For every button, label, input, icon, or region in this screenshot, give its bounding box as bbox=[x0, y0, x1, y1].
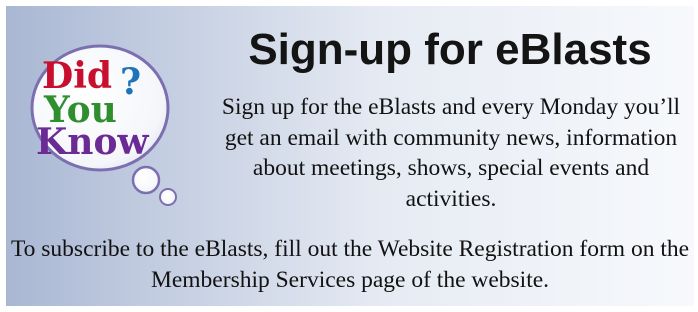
subscribe-instructions: To subscribe to the eBlasts, fill out th… bbox=[10, 236, 690, 293]
page-title: Sign-up for eBlasts bbox=[248, 25, 652, 74]
eblast-banner: Did ? You Know Sign-up for eBlasts Sign … bbox=[6, 6, 694, 306]
intro-paragraph: Sign up for the eBlasts and every Monday… bbox=[221, 94, 681, 212]
did-you-know-bubble-icon: Did ? You Know bbox=[28, 40, 208, 210]
page-frame: Did ? You Know Sign-up for eBlasts Sign … bbox=[0, 0, 698, 312]
badge-question-mark: ? bbox=[120, 61, 141, 103]
badge-word-know: Know bbox=[36, 121, 149, 163]
